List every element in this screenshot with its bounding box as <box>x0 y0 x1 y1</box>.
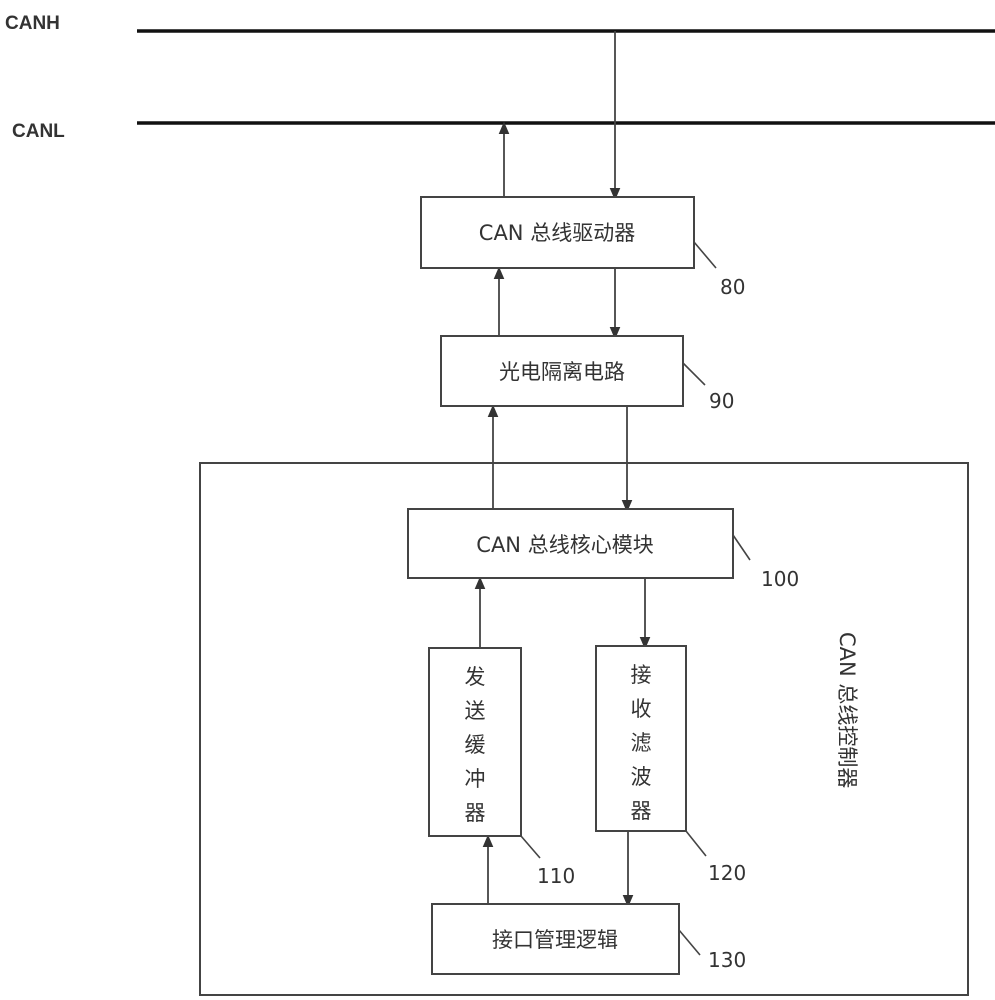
canl-label: CANL <box>12 121 65 142</box>
driver-ref: 80 <box>720 275 745 299</box>
driver-label: CAN 总线驱动器 <box>479 221 635 245</box>
core-label: CAN 总线核心模块 <box>476 533 653 557</box>
can-controller-diagram: CANH CANL CAN 总线控制器 CAN 总线驱动器 80 光电隔离电路 … <box>5 13 995 996</box>
controller-label: CAN 总线控制器 <box>835 632 859 788</box>
isolation-ref: 90 <box>709 389 734 413</box>
isolation-label: 光电隔离电路 <box>499 360 625 384</box>
isolation-block: 光电隔离电路 90 <box>440 335 734 413</box>
canh-label: CANH <box>5 13 60 34</box>
rx-filter-ref: 120 <box>708 861 746 885</box>
tx-buffer-ref: 110 <box>537 864 575 888</box>
interface-label: 接口管理逻辑 <box>492 928 618 952</box>
interface-ref: 130 <box>708 948 746 972</box>
core-ref: 100 <box>761 567 799 591</box>
driver-block: CAN 总线驱动器 80 <box>420 196 745 299</box>
